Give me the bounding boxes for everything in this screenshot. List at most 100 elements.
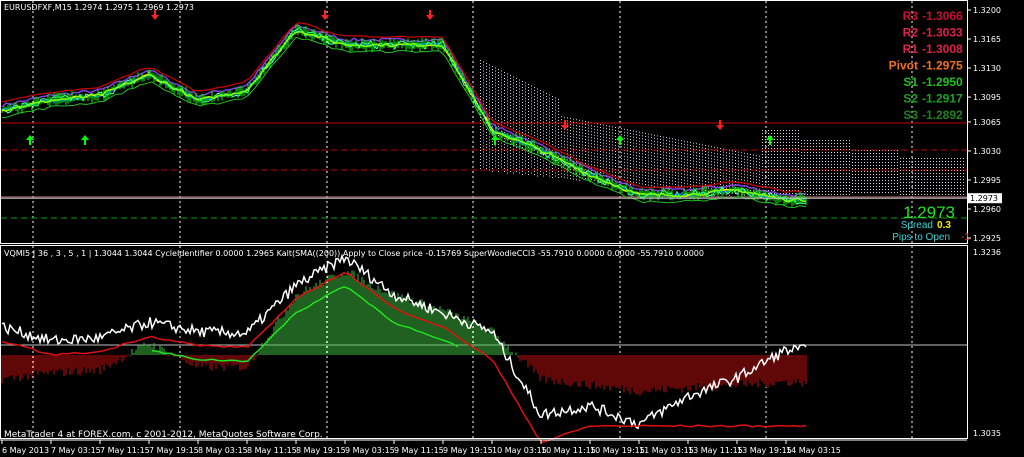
cloud-dot [951,158,952,159]
cloud-dot [765,157,766,158]
cloud-dot [492,99,493,100]
cloud-dot [708,175,709,177]
cloud-dot [708,154,709,156]
cloud-dot [798,160,799,161]
pivot-label-s3: S3 [903,108,918,122]
cloud-dot [741,164,742,166]
cloud-dot [546,111,547,112]
metatrader-chart[interactable]: EURUSDFXF,M15 1.2974 1.2975 1.2969 1.297… [0,0,1024,457]
cloud-dot [942,158,943,159]
cloud-dot [579,140,580,142]
cloud-dot [687,147,688,149]
cloud-dot [951,194,952,195]
cloud-dot [555,97,556,99]
cloud-dot [603,130,604,132]
cloud-dot [822,140,823,141]
cloud-dot [909,173,910,174]
cloud-dot [828,191,829,192]
cloud-dot [915,191,916,192]
cloud-dot [816,161,817,162]
cloud-dot [540,96,541,97]
cloud-dot [855,183,856,184]
time-tick-label: 9 May 11:15 [394,446,444,455]
cloud-dot [504,147,505,148]
cloud-dot [774,184,775,185]
cloud-dot [690,145,691,146]
cloud-dot [963,161,964,162]
cloud-dot [498,147,499,148]
cloud-dot [750,181,751,182]
cloud-dot [480,153,481,154]
cloud-dot [597,126,598,128]
cloud-dot [888,183,889,184]
cloud-dot [933,191,934,192]
cloud-dot [708,160,709,162]
cloud-dot [663,187,664,189]
cloud-dot [918,176,919,177]
cloud-dot [630,172,631,173]
cloud-dot [714,170,715,172]
cloud-dot [777,139,778,140]
cloud-dot [783,157,784,158]
time-axis[interactable]: 6 May 2013 7 May 03:15 7 May 11:15 7 May 19… [1,440,841,455]
cloud-dot [552,111,553,112]
cloud-dot [786,175,787,176]
cloud-dot [825,191,826,192]
cloud-dot [951,161,952,162]
cloud-dot [807,140,808,141]
cloud-dot [630,157,631,158]
cloud-dot [798,151,799,152]
cloud-dot [828,149,829,150]
cloud-dot [744,158,745,160]
cloud-dot [900,161,901,162]
cloud-dot [543,94,544,96]
cloud-dot [801,158,802,159]
cloud-dot [879,156,880,157]
cloud-dot [663,163,664,165]
cloud-dot [648,181,649,183]
cloud-dot [618,133,619,135]
cloud-dot [492,78,493,79]
cloud-dot [489,109,490,111]
cloud-dot [951,191,952,192]
cloud-dot [891,186,892,187]
cloud-dot [936,188,937,189]
cloud-dot [756,164,757,166]
cloud-dot [645,181,646,182]
cloud-dot [696,158,697,160]
cloud-dot [831,167,832,168]
cloud-dot [690,154,691,155]
cloud-dot [858,183,859,184]
cloud-dot [528,168,529,169]
price-axis[interactable]: 1.32001.31651.31301.30951.30651.30301.29… [967,6,1002,438]
cloud-dot [804,176,805,177]
cloud-dot [585,160,586,161]
cloud-dot [951,185,952,186]
cloud-dot [666,179,667,181]
cloud-dot [495,94,496,96]
cloud-dot [915,164,916,165]
cloud-dot [549,124,550,126]
cloud-dot [735,163,736,164]
cloud-dot [702,168,703,170]
cloud-dot [888,177,889,178]
cloud-dot [687,168,688,170]
cloud-dot [639,173,640,175]
cloud-dot [768,175,769,176]
cloud-dot [840,155,841,156]
cloud-dot [888,192,889,193]
cloud-dot [654,146,655,148]
cloud-dot [483,76,484,78]
cloud-dot [480,81,481,82]
cloud-dot [630,148,631,149]
cloud-dot [939,164,940,165]
cloud-dot [609,170,610,172]
cloud-dot [687,150,688,152]
cloud-dot [906,182,907,183]
cloud-dot [594,128,595,130]
cloud-dot [591,164,592,166]
cloud-dot [882,168,883,169]
cloud-dot [936,158,937,159]
cloud-dot [555,106,556,108]
cloud-dot [768,193,769,194]
